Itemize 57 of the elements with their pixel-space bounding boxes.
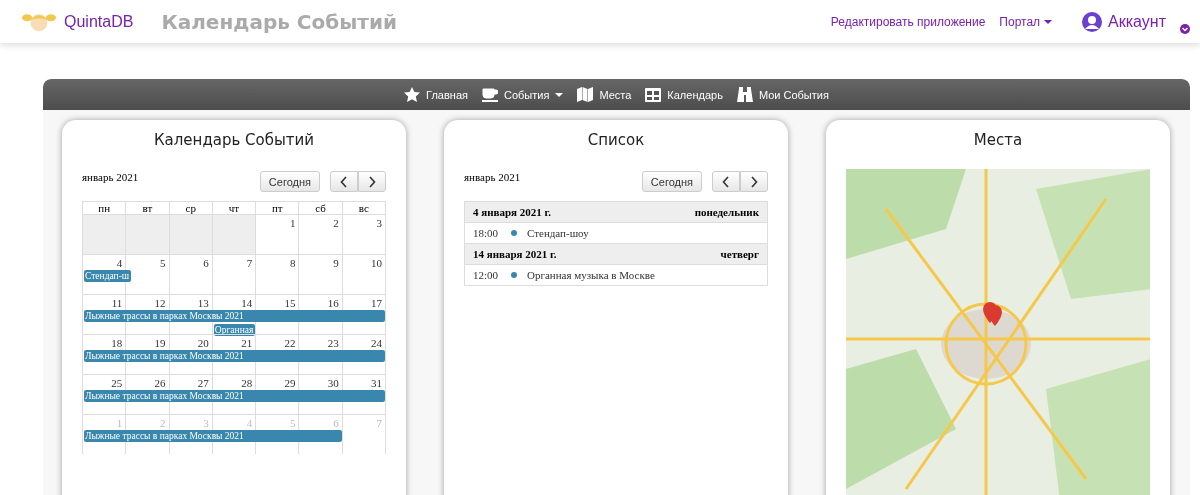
day-number: 2 [299, 214, 343, 254]
today-button[interactable]: Сегодня [259, 171, 320, 192]
event-bar[interactable]: Лыжные трассы в парках Москвы 2021 [84, 310, 385, 322]
day-number: 3 [342, 214, 386, 254]
card-title: Календарь Событий [152, 131, 316, 151]
card-title: Список [586, 131, 646, 151]
header-link[interactable]: Редактировать приложение [830, 14, 986, 29]
next-button[interactable] [740, 171, 768, 192]
chevron-down-icon [1180, 23, 1190, 34]
calendar-icon [645, 86, 662, 103]
nav-item[interactable]: Мои События [758, 88, 829, 101]
nav-item[interactable]: События [504, 88, 550, 101]
event-title: Стендап-шоу [527, 227, 589, 239]
day-number: 1 [256, 214, 300, 254]
event-time: 18:00 [473, 227, 500, 239]
weekday-header: пт [256, 201, 300, 214]
chevron-right-icon [750, 175, 758, 188]
event-time: 12:00 [473, 269, 500, 281]
nav-item[interactable]: Календарь [667, 88, 723, 101]
chevron-left-icon [722, 175, 730, 188]
event-bar[interactable]: Лыжные трассы в парках Москвы 2021 [84, 390, 385, 402]
nav-item[interactable]: Места [599, 88, 632, 101]
header-link[interactable]: Портал [999, 14, 1053, 29]
binoculars-icon [736, 86, 753, 103]
cup-icon [482, 86, 498, 103]
event-bar[interactable]: Лыжные трассы в парках Москвы 2021 [84, 430, 342, 442]
list-weekday: четверг [720, 248, 759, 260]
brand-name[interactable]: QuintaDB [64, 12, 134, 31]
prev-button[interactable] [330, 171, 358, 192]
chevron-right-icon [368, 175, 376, 188]
list-weekday: понедельник [694, 206, 759, 218]
month-label: январь 2021 [82, 171, 139, 183]
day-number: 7 [212, 254, 257, 294]
prev-button[interactable] [712, 171, 740, 192]
nav-item[interactable]: Главная [426, 88, 468, 101]
list-date: 4 января 2021 г. [473, 206, 552, 218]
month-label: январь 2021 [464, 171, 521, 183]
weekday-header: сб [299, 201, 343, 214]
event-title: Органная музыка в Москве [527, 269, 655, 281]
event-bar[interactable]: Лыжные трассы в парках Москвы 2021 [84, 350, 385, 362]
today-button[interactable]: Сегодня [641, 171, 702, 192]
card-title: Места [972, 131, 1024, 151]
app-title: Календарь Событий [161, 9, 397, 34]
map-icon [577, 86, 594, 103]
day-number: 9 [299, 254, 343, 294]
day-number: 6 [169, 254, 213, 294]
chevron-left-icon [340, 175, 348, 188]
account-link[interactable]: Аккаунт [1082, 11, 1166, 32]
next-button[interactable] [358, 171, 386, 192]
event-bar[interactable]: Стендап-ш [84, 270, 132, 282]
star-icon [404, 86, 421, 103]
user-icon [1082, 11, 1103, 32]
day-number: 10 [342, 254, 386, 294]
day-number: 8 [256, 254, 300, 294]
list-date: 14 января 2021 г. [473, 248, 557, 260]
list-event-row[interactable]: 12:00 Органная музыка в Москве [465, 265, 767, 285]
weekday-header: вс [342, 201, 386, 214]
